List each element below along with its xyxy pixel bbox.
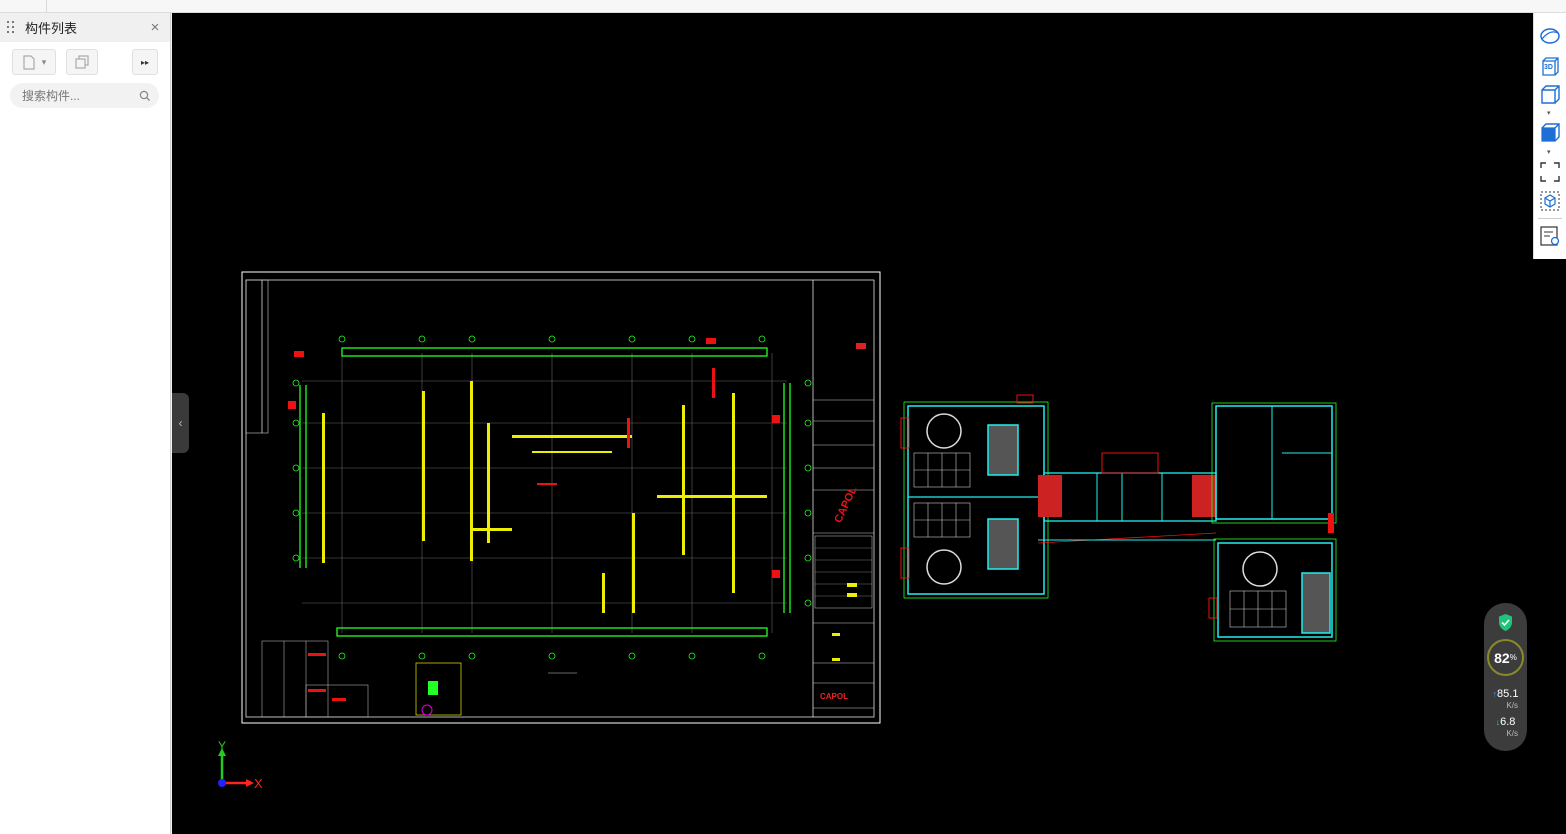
x-axis-label: X — [254, 776, 263, 791]
search-icon[interactable] — [139, 90, 151, 102]
expand-button[interactable]: ▸▸ — [132, 49, 158, 75]
drawing-canvas[interactable]: CAPOL CAPOL — [172, 13, 1566, 834]
fullscreen-icon[interactable] — [1539, 161, 1561, 183]
solid-box-icon[interactable] — [1539, 121, 1561, 143]
upload-rate: ↑85.1 K/s — [1484, 689, 1527, 711]
wall-details — [322, 381, 767, 613]
toolbar-divider — [1538, 218, 1562, 219]
box-view-icon[interactable] — [1539, 83, 1561, 105]
search-box — [10, 83, 159, 108]
red-annotations — [288, 338, 780, 578]
shield-icon — [1499, 614, 1512, 631]
drawing-sheet[interactable]: CAPOL CAPOL — [241, 271, 881, 724]
drag-handle-icon[interactable] — [7, 20, 15, 35]
model-box-icon[interactable] — [1539, 190, 1561, 212]
network-monitor[interactable]: 82% ↑85.1 K/s ↓6.8 K/s — [1484, 603, 1527, 751]
axis-gizmo: Y X — [218, 740, 263, 791]
top-bar — [0, 0, 1566, 13]
legend-table — [261, 640, 369, 718]
new-document-button[interactable]: ▾ — [12, 49, 56, 75]
floor-plan[interactable] — [900, 394, 1337, 642]
green-outline — [299, 347, 791, 637]
collapse-panel-button[interactable]: ‹ — [172, 393, 189, 453]
download-rate: ↓6.8 K/s — [1484, 717, 1527, 739]
copy-icon — [74, 54, 89, 69]
tab-divider — [46, 0, 47, 13]
view-toolbar: 3D ▾ ▾ — [1533, 13, 1566, 259]
download-unit: K/s — [1506, 729, 1518, 738]
upload-unit: K/s — [1506, 701, 1518, 710]
dropdown-caret-icon[interactable]: ▾ — [42, 57, 47, 68]
orbit-icon[interactable] — [1539, 25, 1561, 47]
y-axis-label: Y — [218, 740, 226, 753]
close-icon[interactable]: × — [147, 19, 163, 36]
usage-unit: % — [1509, 653, 1517, 662]
title-block: CAPOL CAPOL — [812, 280, 874, 717]
3d-view-label: 3D — [1544, 64, 1553, 71]
stamp-text: CAPOL — [832, 485, 859, 525]
panel-header: 构件列表 × — [0, 13, 170, 42]
properties-icon[interactable] — [1539, 225, 1561, 247]
search-input[interactable] — [22, 88, 139, 103]
title-block-brand: CAPOL — [820, 692, 848, 701]
solid-box-caret-icon[interactable]: ▾ — [1547, 148, 1551, 156]
usage-gauge: 82% — [1487, 639, 1524, 676]
usage-percent: 82 — [1494, 649, 1510, 666]
new-document-icon — [23, 54, 35, 70]
cad-viewport[interactable]: CAPOL CAPOL — [172, 13, 1566, 834]
panel-toolbar: ▾ ▸▸ — [0, 42, 170, 82]
3d-view-button[interactable]: 3D — [1539, 55, 1561, 77]
component-list-panel: 构件列表 × ▾ ▸▸ — [0, 13, 171, 834]
panel-title: 构件列表 — [25, 21, 78, 36]
box-view-caret-icon[interactable]: ▾ — [1547, 109, 1551, 117]
detail-section — [415, 662, 577, 716]
copy-button[interactable] — [66, 49, 98, 75]
upload-value: 85.1 — [1497, 688, 1519, 700]
download-value: 6.8 — [1500, 716, 1516, 728]
